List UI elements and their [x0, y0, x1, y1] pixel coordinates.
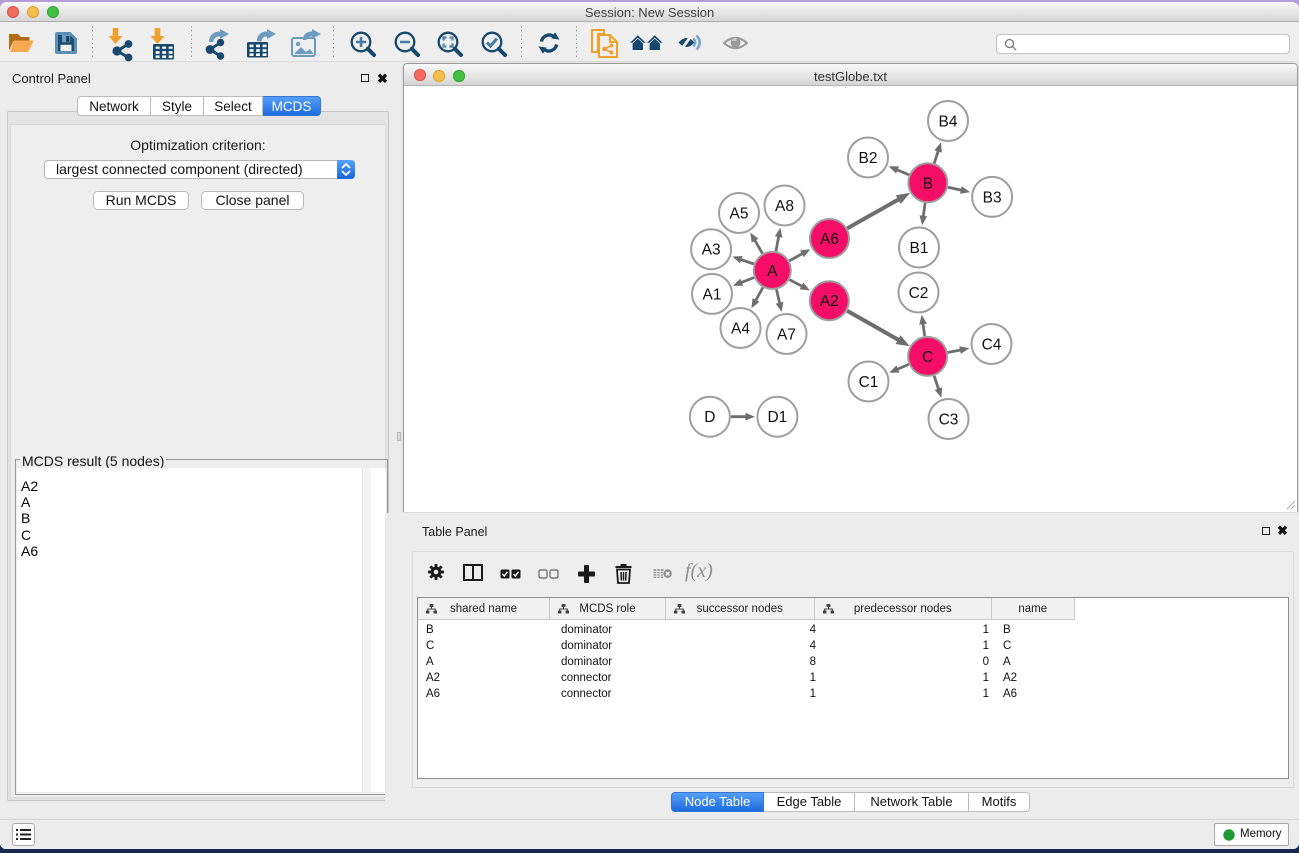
svg-text:A4: A4 [731, 321, 750, 338]
svg-text:C2: C2 [909, 285, 929, 302]
svg-text:A6: A6 [820, 231, 839, 248]
svg-text:C1: C1 [859, 374, 879, 391]
svg-text:A2: A2 [820, 293, 839, 310]
svg-text:B4: B4 [939, 114, 958, 131]
svg-text:B: B [923, 175, 933, 192]
svg-text:D: D [704, 409, 715, 426]
svg-text:C4: C4 [982, 337, 1002, 354]
svg-text:B2: B2 [859, 150, 878, 167]
svg-text:A7: A7 [777, 327, 796, 344]
svg-text:A5: A5 [730, 206, 749, 223]
svg-text:C3: C3 [939, 412, 959, 429]
svg-text:D1: D1 [767, 409, 787, 426]
svg-text:B1: B1 [910, 240, 929, 257]
svg-text:A1: A1 [703, 286, 722, 303]
svg-text:A8: A8 [775, 198, 794, 215]
svg-text:B3: B3 [983, 189, 1002, 206]
svg-text:A3: A3 [702, 242, 721, 259]
svg-text:C: C [922, 349, 933, 366]
svg-text:A: A [767, 263, 778, 280]
